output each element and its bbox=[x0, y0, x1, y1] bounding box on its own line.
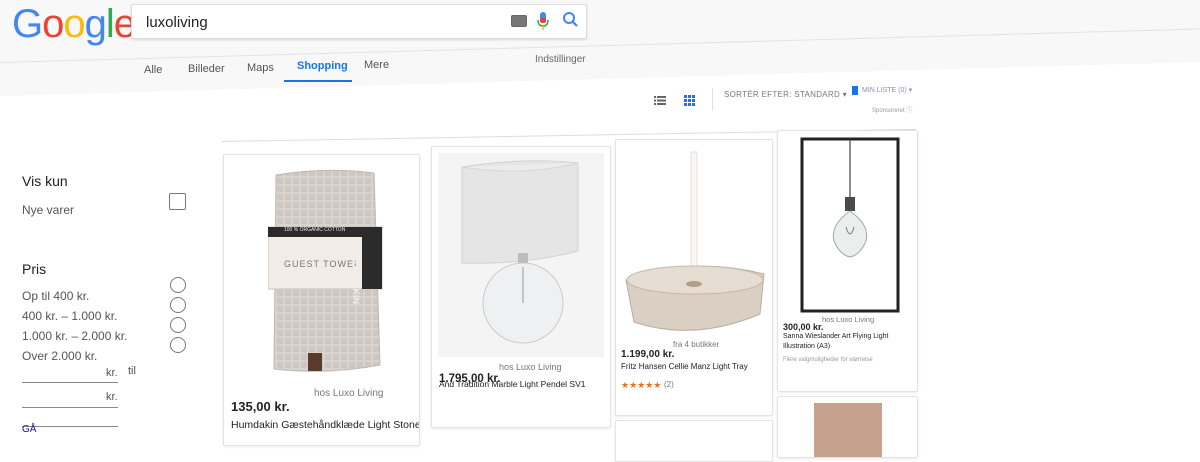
price-option-label: Op til 400 kr. bbox=[22, 289, 90, 303]
keyboard-icon[interactable] bbox=[511, 15, 527, 27]
product-seller: hos Luxo Living bbox=[499, 362, 562, 372]
google-logo[interactable]: Google bbox=[12, 2, 136, 47]
product-image-pendant-lamp bbox=[438, 153, 604, 357]
product-note: Flere valgmuligheder for størrelse bbox=[783, 357, 873, 363]
toolbar-divider bbox=[712, 88, 713, 110]
price-option-label: 400 kr. – 1.000 kr. bbox=[22, 309, 118, 323]
product-card[interactable] bbox=[777, 396, 918, 458]
product-image-towel-rust bbox=[814, 403, 882, 457]
price-radio[interactable] bbox=[170, 337, 186, 353]
microphone-icon[interactable] bbox=[537, 11, 549, 31]
product-card[interactable]: 300,00 kr. hos Luxo Living Sanna Wieslan… bbox=[777, 130, 918, 392]
sort-dropdown[interactable]: SORTÉR EFTER: STANDARD ▾ bbox=[724, 90, 847, 99]
product-title[interactable]: Sanna Wieslander Art Flying Light bbox=[783, 333, 888, 340]
product-title-line2[interactable]: Illustration (A3) bbox=[783, 343, 830, 350]
tab-maps[interactable]: Maps bbox=[247, 62, 274, 74]
product-image-towel bbox=[268, 169, 383, 372]
product-price: 135,00 kr. bbox=[231, 399, 290, 414]
tab-shopping[interactable]: Shopping bbox=[297, 60, 348, 72]
product-image-candle-tray bbox=[625, 151, 765, 331]
review-count[interactable]: (2) bbox=[664, 380, 674, 389]
product-card[interactable]: 100 % ORGANIC COTTON GUEST TOWEL HUMDAKI… bbox=[223, 154, 420, 446]
filter-heading: Vis kun bbox=[22, 173, 68, 189]
product-title[interactable]: Humdakin Gæstehåndklæde Light Stone bbox=[231, 419, 419, 431]
tab-mere[interactable]: Mere bbox=[364, 59, 389, 71]
bookmark-icon bbox=[852, 86, 858, 95]
sponsored-label[interactable]: Sponsoreret ⓘ bbox=[872, 105, 912, 114]
my-list-dropdown[interactable]: MIN LISTE (0) ▾ bbox=[862, 86, 912, 94]
logo-letter: g bbox=[84, 2, 107, 46]
search-input[interactable] bbox=[144, 11, 508, 33]
towel-label-title: GUEST TOWEL bbox=[284, 259, 361, 269]
price-radio[interactable] bbox=[170, 317, 186, 333]
active-tab-indicator bbox=[284, 80, 352, 82]
logo-letter: o bbox=[42, 2, 64, 46]
price-option-label: Over 2.000 kr. bbox=[22, 349, 98, 363]
price-heading: Pris bbox=[22, 261, 47, 277]
product-price: 300,00 kr. bbox=[783, 322, 824, 332]
new-items-checkbox[interactable] bbox=[169, 193, 186, 210]
product-image-art-print bbox=[800, 137, 900, 313]
grid-view-icon[interactable] bbox=[684, 95, 695, 106]
product-seller: hos Luxo Living bbox=[314, 388, 384, 399]
product-title[interactable]: And Tradition Marble Light Pendel SV1 bbox=[439, 379, 585, 389]
tab-billeder[interactable]: Billeder bbox=[188, 63, 225, 75]
logo-letter: o bbox=[63, 2, 85, 46]
price-max-unit: kr. bbox=[106, 391, 118, 403]
product-seller: hos Luxo Living bbox=[822, 315, 875, 324]
price-range-to: til bbox=[128, 365, 136, 377]
settings-link[interactable]: Indstillinger bbox=[535, 54, 586, 65]
price-radio[interactable] bbox=[170, 297, 186, 313]
logo-letter: G bbox=[12, 2, 43, 46]
list-view-icon[interactable] bbox=[654, 96, 666, 105]
price-min-unit: kr. bbox=[106, 367, 118, 379]
search-box[interactable] bbox=[131, 4, 587, 39]
product-seller: fra 4 butikker bbox=[673, 340, 720, 349]
product-card[interactable]: 1.795,00 kr. hos Luxo Living And Traditi… bbox=[431, 146, 611, 428]
tab-alle[interactable]: Alle bbox=[144, 64, 162, 76]
rating-stars-icon: ★★★★★ bbox=[621, 380, 662, 390]
price-option-label: 1.000 kr. – 2.000 kr. bbox=[22, 329, 128, 343]
logo-letter: l bbox=[105, 2, 115, 46]
product-card[interactable]: 1.199,00 kr. fra 4 butikker Fritz Hansen… bbox=[615, 139, 773, 416]
product-card[interactable] bbox=[615, 420, 773, 462]
filter-new-items-label: Nye varer bbox=[22, 203, 75, 217]
towel-label-top: 100 % ORGANIC COTTON bbox=[284, 227, 346, 233]
product-price: 1.199,00 kr. bbox=[621, 349, 675, 360]
price-max-field[interactable] bbox=[22, 393, 118, 408]
price-min-field[interactable] bbox=[22, 368, 118, 383]
price-go-button[interactable]: GÅ bbox=[22, 424, 36, 435]
search-icon[interactable] bbox=[562, 11, 580, 29]
product-title[interactable]: Fritz Hansen Cellie Manz Light Tray bbox=[621, 362, 748, 371]
price-radio[interactable] bbox=[170, 277, 186, 293]
towel-brand-text: HUMDAKIN bbox=[351, 255, 361, 304]
